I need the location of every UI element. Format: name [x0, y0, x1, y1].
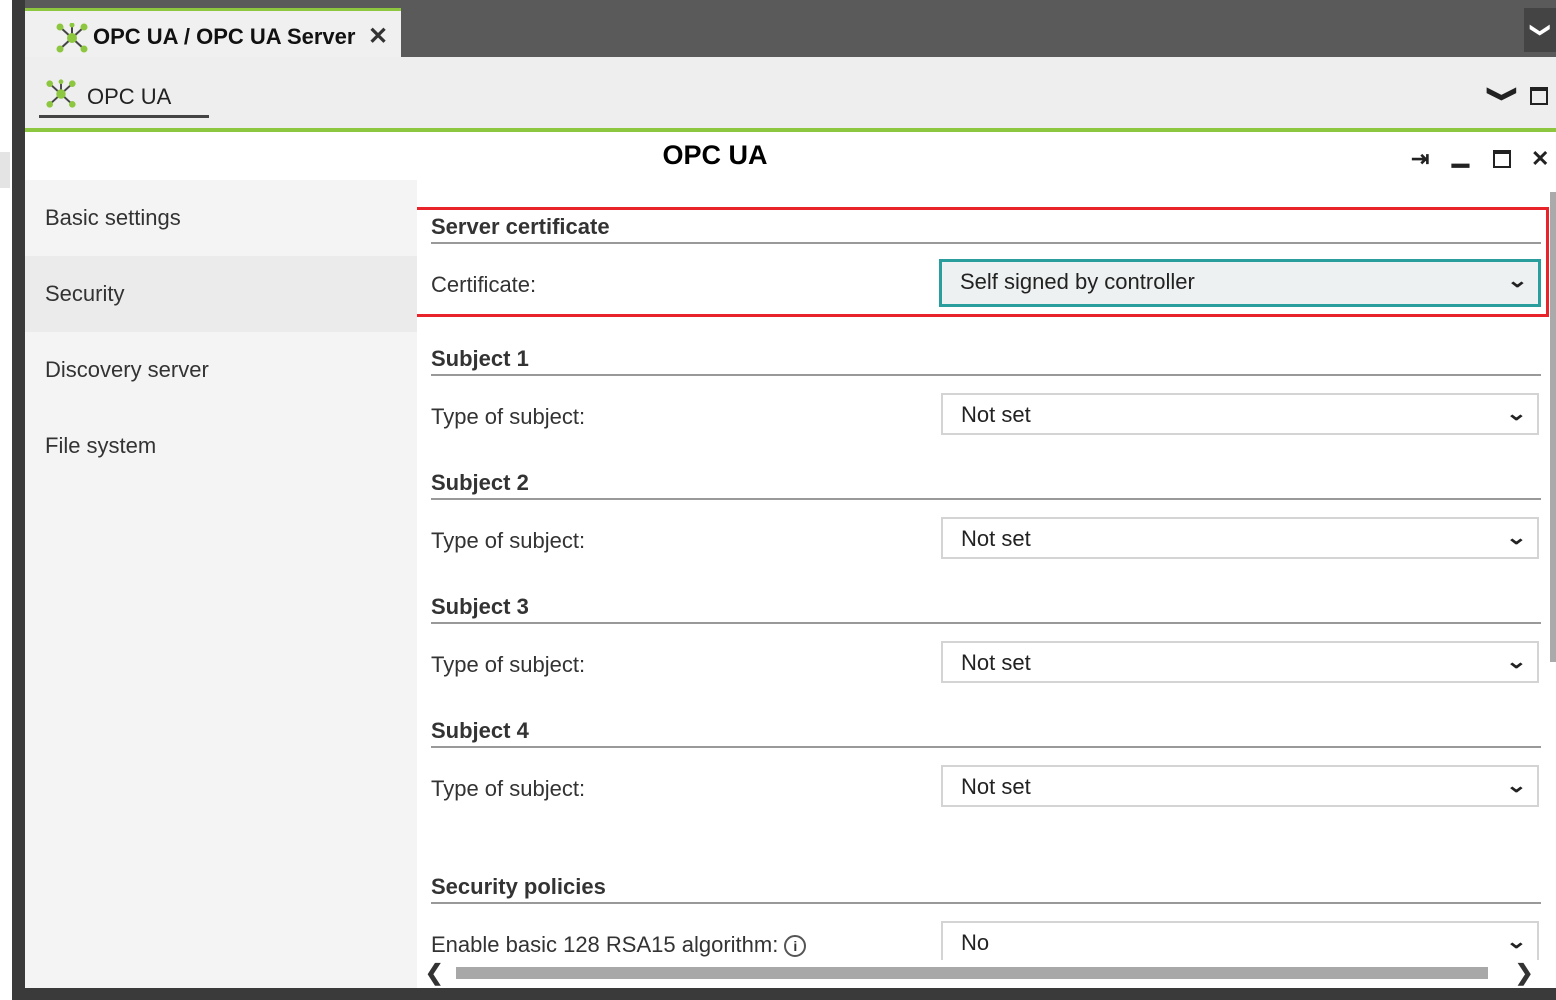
- subject-1-type-label: Type of subject:: [431, 404, 586, 429]
- minimize-icon[interactable]: ▁: [1452, 142, 1469, 168]
- opc-ua-panel: OPC UA ⇥ ▁ ✕ Basic settings Security Dis…: [25, 132, 1556, 988]
- section-heading: Subject 1: [431, 346, 529, 371]
- left-frame-strip: [12, 0, 25, 1000]
- subject-1-type-select[interactable]: Not set ⌄: [941, 393, 1539, 435]
- breadcrumb[interactable]: OPC UA: [39, 79, 209, 118]
- chevron-down-icon: ⌄: [1505, 931, 1528, 953]
- sidebar: Basic settings Security Discovery server…: [25, 180, 417, 988]
- subject-4-type-label: Type of subject:: [431, 776, 586, 801]
- tab-close-icon[interactable]: ✕: [368, 22, 388, 51]
- tab-title: OPC UA / OPC UA Server: [93, 24, 356, 49]
- maximize-icon[interactable]: [1493, 150, 1511, 168]
- chevron-down-icon: ⌄: [1505, 775, 1528, 797]
- sidebar-item-discovery-server[interactable]: Discovery server: [25, 332, 417, 408]
- section-heading: Subject 2: [431, 470, 529, 495]
- subject-3-type-value: Not set: [961, 650, 1031, 675]
- section-server-certificate: Server certificate: [431, 208, 1541, 244]
- section-heading: Subject 3: [431, 594, 529, 619]
- subject-3-type-select[interactable]: Not set ⌄: [941, 641, 1539, 683]
- section-heading: Server certificate: [431, 214, 610, 239]
- subject-1-type-value: Not set: [961, 402, 1031, 427]
- subject-4-type-value: Not set: [961, 774, 1031, 799]
- scroll-right-icon[interactable]: ❯: [1515, 960, 1533, 986]
- tab-bar: OPC UA / OPC UA Server ✕ ❯: [25, 0, 1556, 57]
- chevron-down-icon: ⌄: [1505, 403, 1528, 425]
- sidebar-item-basic-settings[interactable]: Basic settings: [25, 180, 417, 256]
- opc-network-icon: [46, 79, 76, 108]
- chevron-down-icon: ⌄: [1505, 527, 1528, 549]
- certificate-label: Certificate:: [431, 272, 537, 297]
- subject-4-type-select[interactable]: Not set ⌄: [941, 765, 1539, 807]
- section-subject-1: Subject 1: [431, 340, 1541, 376]
- section-heading: Subject 4: [431, 718, 529, 743]
- security-content: Server certificate Certificate: Self sig…: [417, 180, 1556, 960]
- rsa15-select[interactable]: No ⌄: [941, 921, 1539, 960]
- tab-opc-ua-server[interactable]: OPC UA / OPC UA Server ✕: [25, 8, 401, 57]
- certificate-value: Self signed by controller: [960, 269, 1195, 294]
- scroll-left-icon[interactable]: ❮: [425, 960, 443, 986]
- sidebar-item-file-system[interactable]: File system: [25, 408, 417, 484]
- rsa15-label-text: Enable basic 128 RSA15 algorithm:: [431, 932, 779, 957]
- maximize-icon[interactable]: [1530, 87, 1548, 105]
- left-frame: [0, 0, 25, 1000]
- pin-icon[interactable]: ⇥: [1411, 146, 1429, 172]
- section-subject-3: Subject 3: [431, 588, 1541, 624]
- chevron-down-icon[interactable]: ❯: [1487, 81, 1520, 107]
- sidebar-item-security[interactable]: Security: [25, 256, 417, 332]
- opc-network-icon: [56, 23, 88, 53]
- subject-2-type-select[interactable]: Not set ⌄: [941, 517, 1539, 559]
- left-frame-edge: [0, 152, 10, 188]
- chevron-down-icon: ⌄: [1506, 270, 1529, 292]
- panel-title: OPC UA: [662, 140, 768, 170]
- rsa15-label: Enable basic 128 RSA15 algorithm: i: [431, 932, 807, 958]
- subject-2-type-value: Not set: [961, 526, 1031, 551]
- horizontal-scrollbar[interactable]: [456, 967, 1488, 979]
- section-subject-4: Subject 4: [431, 712, 1541, 748]
- subject-3-type-label: Type of subject:: [431, 652, 586, 677]
- vertical-scrollbar[interactable]: [1550, 192, 1556, 662]
- chevron-down-icon: ⌄: [1505, 651, 1528, 673]
- section-security-policies: Security policies: [431, 868, 1541, 904]
- info-icon[interactable]: i: [784, 935, 807, 958]
- breadcrumb-label: OPC UA: [87, 84, 172, 109]
- section-heading: Security policies: [431, 874, 606, 899]
- rsa15-value: No: [961, 930, 990, 955]
- tab-overflow-chevron-icon[interactable]: ❯: [1524, 8, 1556, 52]
- subject-2-type-label: Type of subject:: [431, 528, 586, 553]
- certificate-select[interactable]: Self signed by controller ⌄: [939, 259, 1541, 307]
- close-icon[interactable]: ✕: [1531, 146, 1549, 172]
- section-subject-2: Subject 2: [431, 464, 1541, 500]
- breadcrumb-bar: OPC UA ❯: [25, 57, 1556, 128]
